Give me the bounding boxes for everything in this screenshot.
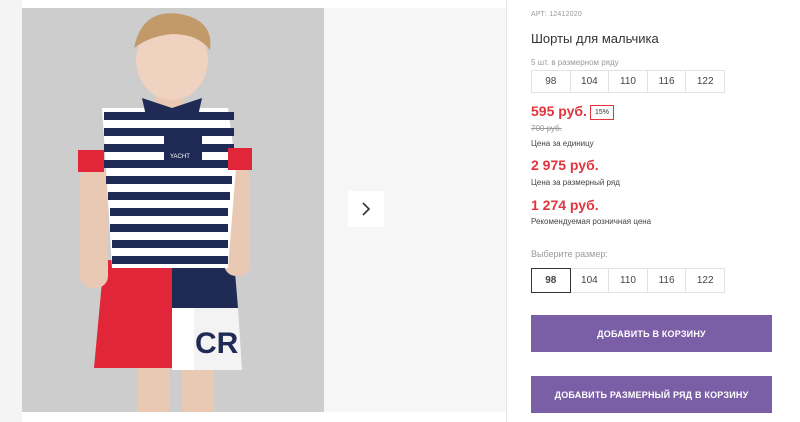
- product-title: Шорты для мальчика: [531, 31, 659, 46]
- pack-size-row: 98 104 110 116 122: [531, 70, 725, 93]
- svg-text:YACHT: YACHT: [170, 154, 190, 160]
- size-option-104[interactable]: 104: [569, 268, 610, 293]
- size-option-110[interactable]: 110: [608, 268, 648, 293]
- svg-text:CR: CR: [195, 327, 239, 360]
- gallery-next-button[interactable]: [348, 191, 384, 227]
- boy-illustration: CR YACHT: [22, 8, 324, 412]
- pack-size-cell: 104: [569, 70, 610, 93]
- size-option-122[interactable]: 122: [685, 268, 725, 293]
- add-to-cart-button[interactable]: ДОБАВИТЬ В КОРЗИНУ: [531, 315, 772, 352]
- unit-price: 595 руб.: [531, 103, 587, 119]
- pack-label: 5 шт. в размерном ряду: [531, 58, 619, 67]
- product-photo: CR YACHT: [22, 8, 324, 412]
- size-option-116[interactable]: 116: [646, 268, 687, 293]
- pack-price-label: Цена за размерный ряд: [531, 178, 620, 187]
- unit-price-label: Цена за единицу: [531, 139, 594, 148]
- pack-size-cell: 98: [531, 70, 571, 93]
- pack-size-cell: 110: [608, 70, 648, 93]
- retail-price: 1 274 руб.: [531, 197, 599, 213]
- size-option-98[interactable]: 98: [531, 268, 571, 293]
- pack-size-cell: 116: [646, 70, 687, 93]
- pack-price: 2 975 руб.: [531, 157, 599, 173]
- gallery-left-strip: [0, 0, 22, 422]
- choose-size-label: Выберите размер:: [531, 249, 608, 259]
- pack-size-cell: 122: [685, 70, 725, 93]
- retail-price-label: Рекомендуемая розничная цена: [531, 217, 652, 226]
- old-price: 700 руб.: [531, 124, 562, 133]
- article-number: АРТ: 12412020: [531, 11, 582, 18]
- size-selector: 98 104 110 116 122: [531, 268, 725, 293]
- discount-badge: 15%: [590, 105, 615, 120]
- chevron-right-icon: [362, 202, 371, 216]
- add-pack-to-cart-button[interactable]: ДОБАВИТЬ РАЗМЕРНЫЙ РЯД В КОРЗИНУ: [531, 376, 772, 413]
- divider: [506, 0, 507, 422]
